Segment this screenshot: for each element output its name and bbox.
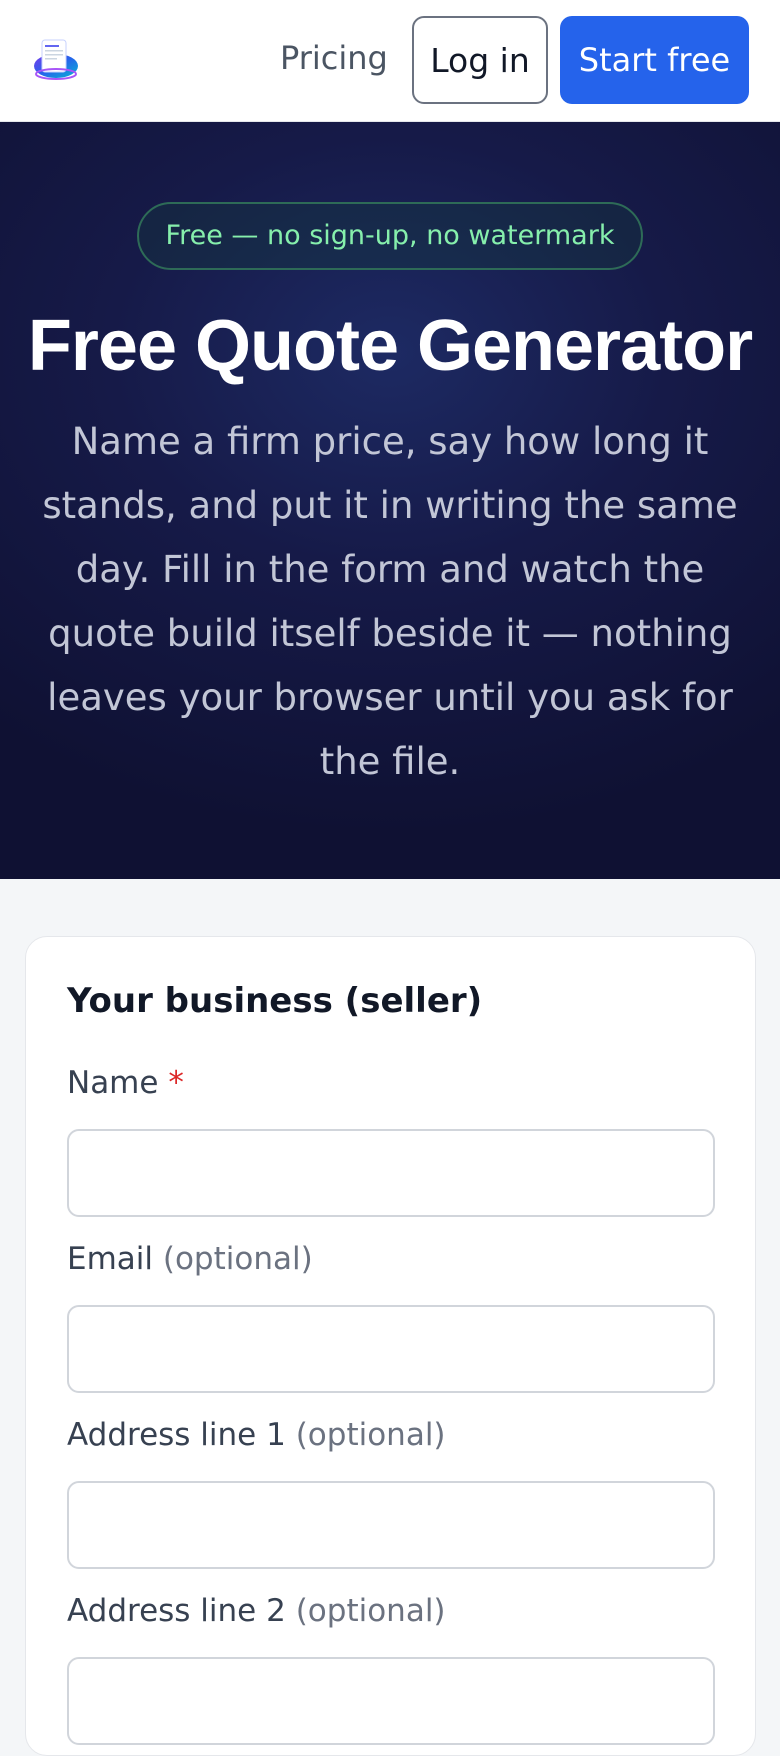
hero-section: Free — no sign-up, no watermark Free Quo… [0, 122, 780, 879]
section-title: Your business (seller) [67, 981, 483, 1021]
email-field-label: Email (optional) [67, 1241, 313, 1277]
optional-hint: (optional) [162, 1241, 313, 1277]
name-field-label: Name * [67, 1065, 184, 1101]
field-label-text: Name [67, 1065, 159, 1101]
required-mark: * [168, 1065, 184, 1101]
field-label-text: Address line 2 [67, 1593, 286, 1629]
page-title: Free Quote Generator [27, 306, 753, 386]
nav-pricing-link[interactable]: Pricing [280, 34, 388, 82]
start-free-button[interactable]: Start free [560, 16, 749, 104]
top-navbar: Pricing Log in Start free [0, 0, 780, 122]
optional-hint: (optional) [295, 1593, 446, 1629]
login-button[interactable]: Log in [412, 16, 548, 104]
seller-form-card: Your business (seller) Name * Email (opt… [25, 936, 756, 1756]
field-label-text: Email [67, 1241, 154, 1277]
address-line-1-label: Address line 1 (optional) [67, 1417, 446, 1453]
optional-hint: (optional) [295, 1417, 446, 1453]
hero-subtitle: Name a firm price, say how long it stand… [42, 420, 738, 783]
free-badge: Free — no sign-up, no watermark [137, 202, 643, 270]
address-line-1-input[interactable] [67, 1481, 715, 1569]
seller-name-input[interactable] [67, 1129, 715, 1217]
seller-email-input[interactable] [67, 1305, 715, 1393]
field-label-text: Address line 1 [67, 1417, 286, 1453]
invoice-document-logo-icon[interactable] [30, 36, 82, 84]
address-line-2-label: Address line 2 (optional) [67, 1593, 446, 1629]
address-line-2-input[interactable] [67, 1657, 715, 1745]
